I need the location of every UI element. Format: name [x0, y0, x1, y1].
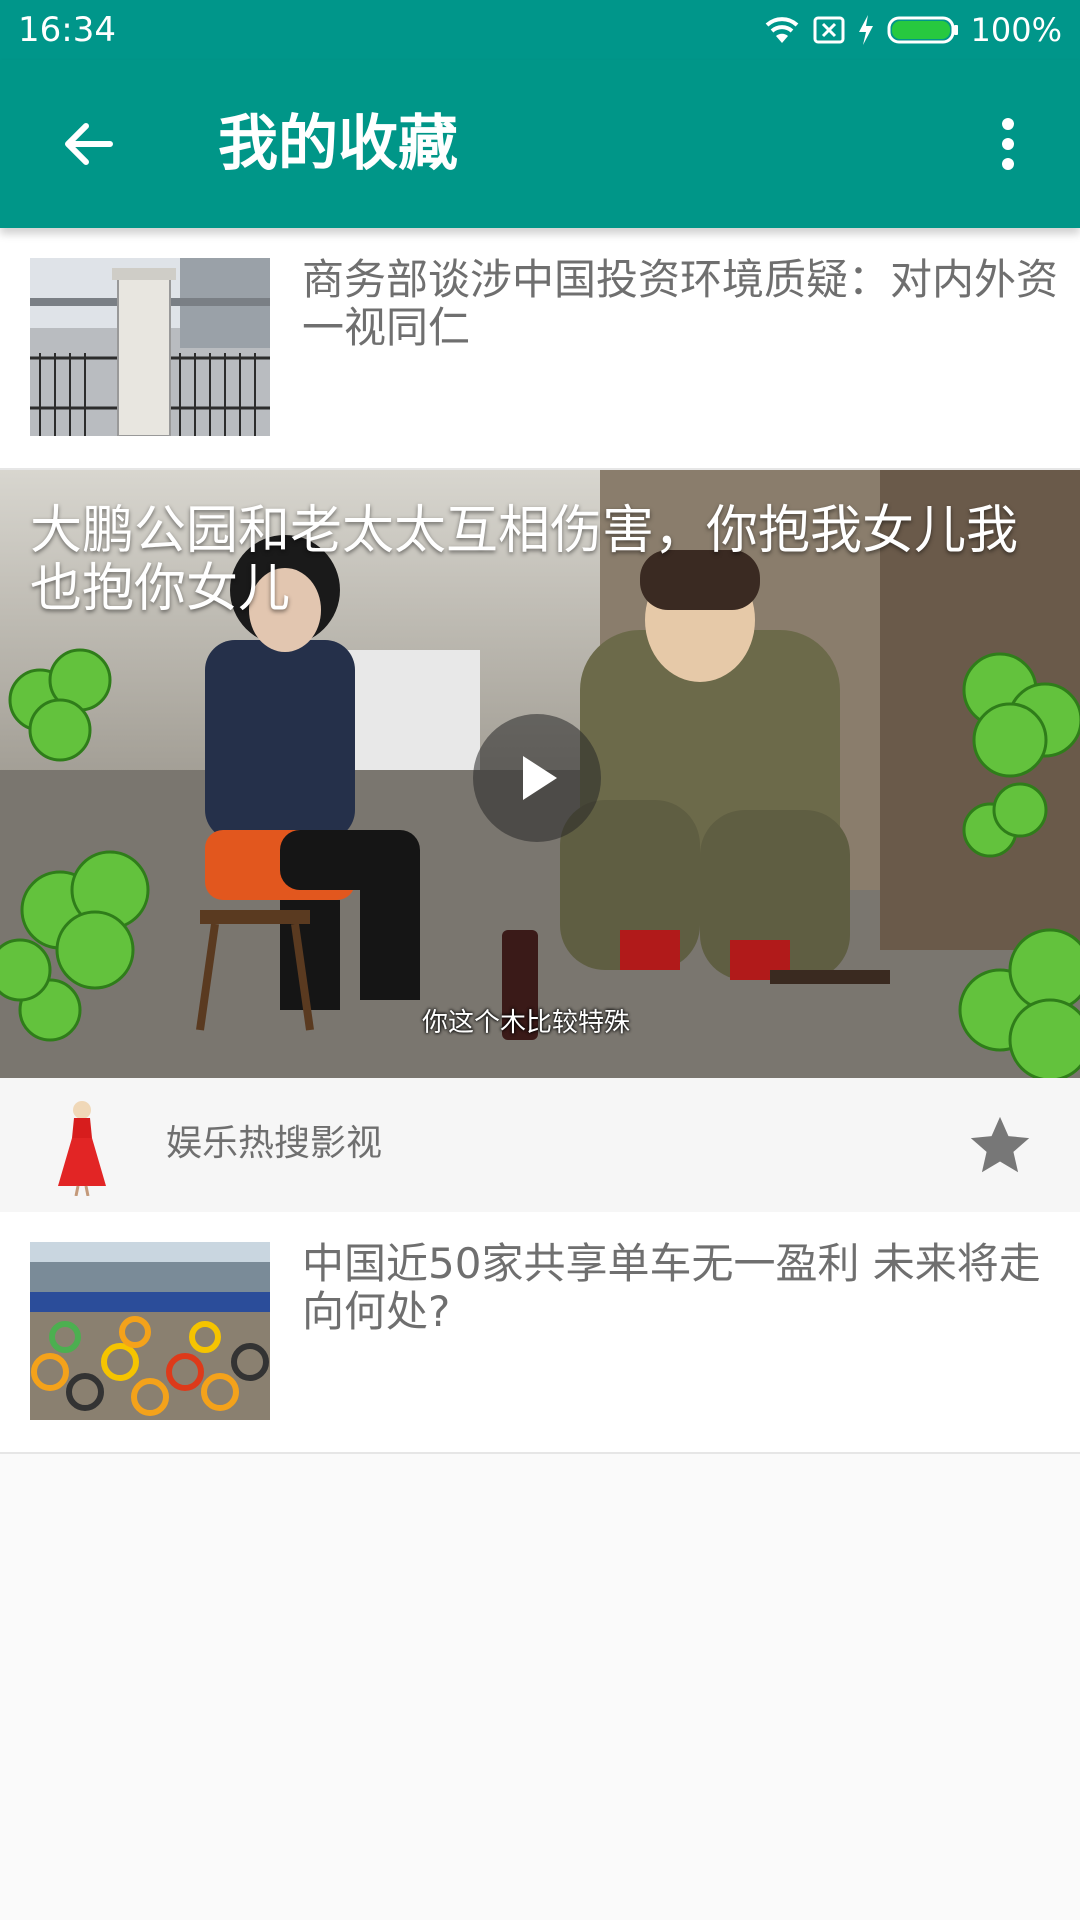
star-icon: [970, 1116, 1030, 1173]
news-thumbnail: [30, 258, 270, 436]
no-sim-icon: [813, 16, 845, 44]
status-icons: 100%: [763, 10, 1062, 50]
video-footer: 娱乐热搜影视: [0, 1078, 1080, 1212]
favorite-news-item[interactable]: 中国近50家共享单车无一盈利 未来将走向何处?: [0, 1212, 1080, 1454]
wifi-icon: [765, 17, 798, 43]
app-bar: 我的收藏: [0, 60, 1080, 228]
status-bar: 16:34 100%: [0, 0, 1080, 60]
play-button[interactable]: [473, 714, 601, 842]
page-title: 我的收藏: [218, 109, 458, 179]
video-title: 大鹏公园和老太太互相伤害，你抱我女儿我也抱你女儿: [30, 501, 1019, 619]
charging-bolt-icon: [858, 15, 873, 45]
news-thumbnail: [30, 1242, 270, 1420]
more-vert-icon: [1002, 118, 1014, 170]
favorite-news-item[interactable]: 商务部谈涉中国投资环境质疑：对内外资一视同仁: [0, 228, 1080, 470]
news-title: 中国近50家共享单车无一盈利 未来将走向何处?: [302, 1239, 1041, 1336]
status-time: 16:34: [18, 10, 116, 50]
news-title: 商务部谈涉中国投资环境质疑：对内外资一视同仁: [302, 255, 1059, 352]
more-options-button[interactable]: [960, 96, 1056, 192]
battery-icon: [887, 16, 958, 44]
favorite-video-card[interactable]: 大鹏公园和老太太互相伤害，你抱我女儿我也抱你女儿 你这个木比较特殊 娱乐热搜影视: [0, 470, 1080, 1212]
favorites-screen: 16:34 100% 我的收藏 商务部谈涉中国投资环境质疑：对内外资一视同仁 大…: [0, 0, 1080, 1920]
video-thumbnail[interactable]: 大鹏公园和老太太互相伤害，你抱我女儿我也抱你女儿 你这个木比较特殊: [0, 470, 1080, 1078]
video-caption: 你这个木比较特殊: [422, 1008, 631, 1038]
channel-name[interactable]: 娱乐热搜影视: [166, 1122, 382, 1166]
channel-avatar[interactable]: [40, 1096, 124, 1197]
favorite-star-button[interactable]: [958, 1104, 1042, 1188]
play-icon: [523, 756, 557, 800]
battery-percent: 100%: [970, 11, 1062, 49]
back-arrow-icon: [65, 123, 113, 165]
back-button[interactable]: [40, 96, 136, 192]
